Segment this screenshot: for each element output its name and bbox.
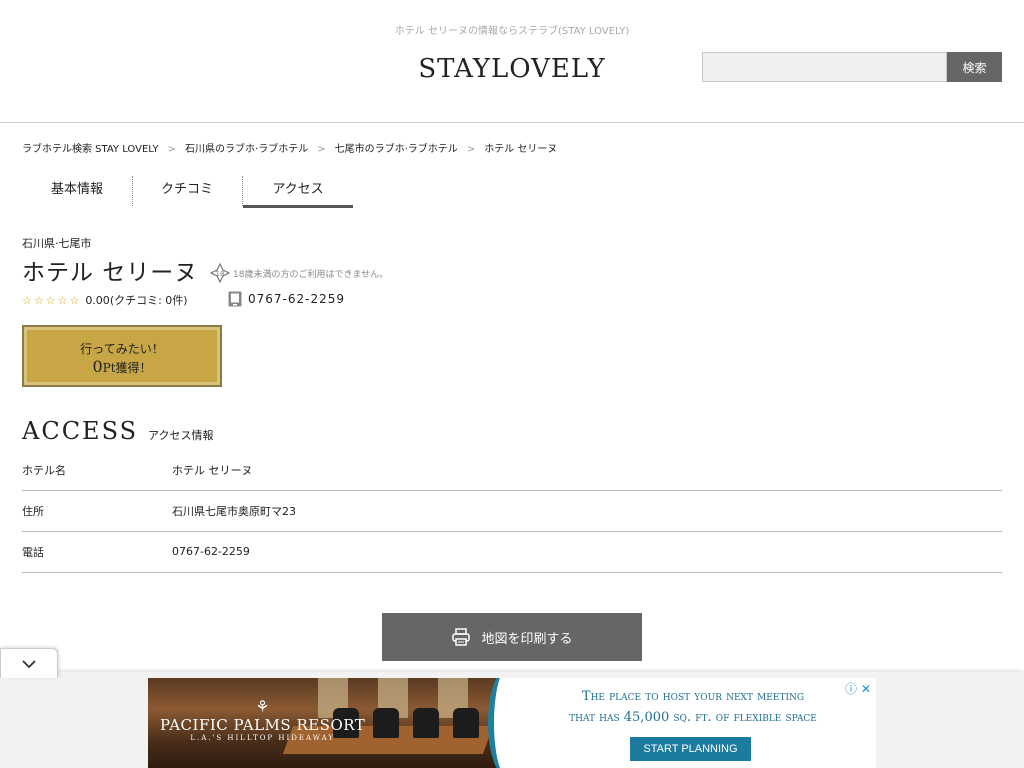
ad-info-icon[interactable]: ⓘ [845,682,857,696]
ad-photo-chair [373,708,399,738]
ad-photo-chair [453,708,479,738]
ad-collapse-button[interactable] [0,648,58,678]
table-row: 住所 石川県七尾市奥原町マ23 [22,490,1002,532]
wish-points-value: 0 [92,357,103,376]
phone-icon [228,291,242,307]
row-key: 住所 [22,490,172,532]
rating-row: ☆☆☆☆☆ 0.00 (クチコミ: 0件) [22,292,188,308]
row-key: ホテル名 [22,450,172,491]
ad-wave-divider [488,678,528,768]
site-tagline: ホテル セリーヌの情報ならステラブ(STAY LOVELY) [394,26,630,37]
ad-cta-button[interactable]: START PLANNING [630,737,751,761]
table-row: ホテル名 ホテル セリーヌ [22,450,1002,491]
breadcrumb-separator: > [466,144,476,155]
table-row: 電話 0767-62-2259 [22,531,1002,573]
hotel-name: ホテル セリーヌ [22,260,199,286]
ad-brand-logo: ⚘ PACIFIC PALMS RESORT L.A.'S HILLTOP HI… [160,697,366,743]
row-value: 石川県七尾市奥原町マ23 [172,490,1002,532]
row-value[interactable]: 0767-62-2259 [172,531,1002,573]
review-count[interactable]: (クチコミ: 0件) [110,292,188,308]
print-map-label: 地図を印刷する [481,630,573,646]
breadcrumb: ラブホテル検索 STAY LOVELY > 石川県のラブホ·ラブホテル > 七尾市のラブ… [22,140,557,155]
wish-points-suffix: 獲得！ [115,361,152,375]
rating-stars-icon: ☆☆☆☆☆ [22,293,82,307]
wish-points: 0Pt獲得！ [24,357,220,376]
tab-access[interactable]: アクセス [243,174,353,208]
hotel-area: 石川県·七尾市 [22,237,92,250]
ad-banner[interactable]: ⚘ PACIFIC PALMS RESORT L.A.'S HILLTOP HI… [148,678,876,768]
access-info-table: ホテル名 ホテル セリーヌ 住所 石川県七尾市奥原町マ23 電話 0767-62… [22,450,1002,573]
access-subtitle: アクセス情報 [148,429,214,442]
phone-number[interactable]: 0767-62-2259 [248,292,345,306]
printer-icon [452,628,471,646]
breadcrumb-separator: > [317,144,326,155]
ad-headline-line2: that has 45,000 sq. ft. of flexible spac… [569,710,817,725]
age-restriction-icon: 18 [210,263,230,283]
ad-brand-emblem-icon: ⚘ [255,697,271,716]
phone-info: 0767-62-2259 [228,291,345,307]
age-note-text: 18歳未満の方のご利用はできません。 [233,269,389,280]
search-button[interactable]: 検索 [947,52,1002,82]
breadcrumb-item-current: ホテル セリーヌ [484,144,558,155]
ad-brand-name: PACIFIC PALMS RESORT [160,716,366,734]
want-to-go-button[interactable]: 行ってみたい！ 0Pt獲得！ [22,325,222,387]
site-header: ホテル セリーヌの情報ならステラブ(STAY LOVELY) STAYLOVEL… [0,0,1024,123]
rating-score: 0.00 [85,293,110,307]
tab-basic-info[interactable]: 基本情報 [22,174,132,208]
logo-text: STAYLOVELY [418,54,606,84]
ad-photo-chair [413,708,439,738]
ad-photo: ⚘ PACIFIC PALMS RESORT L.A.'S HILLTOP HI… [148,678,516,768]
breadcrumb-separator: > [167,144,177,155]
row-value: ホテル セリーヌ [172,450,1002,491]
age-restriction-note: 18 18歳未満の方のご利用はできません。 [210,263,388,283]
access-title: ACCESS [22,417,139,445]
access-heading: ACCESS アクセス情報 [22,417,214,445]
tab-reviews[interactable]: クチコミ [133,174,241,208]
print-map-button[interactable]: 地図を印刷する [382,613,642,661]
ad-headline-line1: The place to host your next meeting [581,689,805,704]
breadcrumb-item-prefecture[interactable]: 石川県のラブホ·ラブホテル [185,144,308,155]
breadcrumb-item-city[interactable]: 七尾市のラブホ·ラブホテル [335,144,458,155]
svg-text:18: 18 [216,270,225,278]
chevron-down-icon [22,660,36,669]
wish-points-unit: Pt [102,361,116,375]
search-input[interactable] [702,52,947,82]
row-key: 電話 [22,531,172,573]
ad-headline: The place to host your next meeting that… [528,686,858,728]
wish-label: 行ってみたい！ [80,342,164,356]
ad-brand-sub: L.A.'S HILLTOP HIDEAWAY [190,734,335,742]
ad-close-icon[interactable]: ✕ [861,682,871,696]
breadcrumb-item-top[interactable]: ラブホテル検索 STAY LOVELY [22,144,159,155]
ad-controls: ⓘ ✕ [845,680,871,697]
